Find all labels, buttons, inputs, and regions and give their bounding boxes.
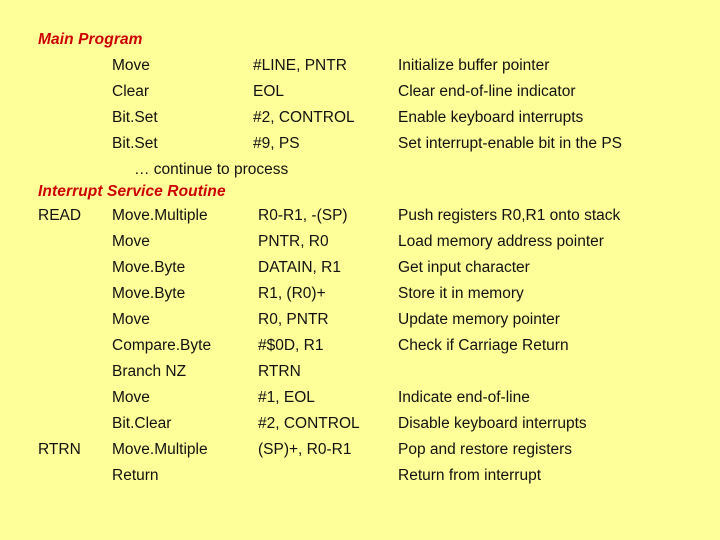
- code-mnemonic: Compare.Byte: [112, 337, 212, 354]
- code-comment: Pop and restore registers: [398, 441, 573, 458]
- code-mnemonic: Branch NZ: [112, 363, 187, 380]
- code-comment: Return from interrupt: [398, 467, 541, 484]
- code-mnemonic: Clear: [112, 83, 150, 100]
- interrupt-service-routine-heading: Interrupt Service Routine: [38, 183, 226, 200]
- code-mnemonic: Move.Multiple: [112, 207, 208, 224]
- code-mnemonic: Move.Multiple: [112, 441, 208, 458]
- code-mnemonic: Move.Byte: [112, 259, 186, 276]
- code-mnemonic: Move: [112, 233, 150, 250]
- code-row: READ Move.Multiple R0-R1, -(SP) Push regist…: [0, 207, 720, 233]
- code-operand: DATAIN, R1: [258, 259, 341, 276]
- code-comment: Indicate end-of-line: [398, 389, 530, 406]
- code-mnemonic: Move: [112, 57, 150, 74]
- code-operand: #1, EOL: [258, 389, 315, 406]
- code-operand: #LINE, PNTR: [253, 57, 347, 74]
- code-row: Clear EOL Clear end-of-line indicator: [0, 83, 720, 109]
- code-operand: RTRN: [258, 363, 301, 380]
- code-row: Return Return from interrupt: [0, 467, 720, 493]
- code-operand: #2, CONTROL: [253, 109, 355, 126]
- code-row: Move #LINE, PNTR Initialize buffer pointer: [0, 57, 720, 83]
- code-row: Move #1, EOL Indicate end-of-line: [0, 389, 720, 415]
- code-comment: Load memory address pointer: [398, 233, 604, 250]
- code-operand: R0-R1, -(SP): [258, 207, 348, 224]
- code-comment: Set interrupt-enable bit in the PS: [398, 135, 623, 152]
- code-row: Move PNTR, R0 Load memory address pointer: [0, 233, 720, 259]
- code-row: Bit.Clear #2, CONTROL Disable keyboard int…: [0, 415, 720, 441]
- code-row: Bit.Set #2, CONTROL Enable keyboard interr…: [0, 109, 720, 135]
- code-mnemonic: Move: [112, 389, 150, 406]
- code-comment: Enable keyboard interrupts: [398, 109, 584, 126]
- code-mnemonic: Move.Byte: [112, 285, 186, 302]
- code-mnemonic: Bit.Set: [112, 109, 158, 126]
- code-mnemonic: Bit.Set: [112, 135, 158, 152]
- code-label: READ: [38, 207, 82, 224]
- code-row: Move.Byte DATAIN, R1 Get input character: [0, 259, 720, 285]
- code-comment: Initialize buffer pointer: [398, 57, 550, 74]
- code-comment: Get input character: [398, 259, 530, 276]
- code-row: Move R0, PNTR Update memory pointer: [0, 311, 720, 337]
- code-comment: Check if Carriage Return: [398, 337, 569, 354]
- code-operand: R0, PNTR: [258, 311, 329, 328]
- code-operand: (SP)+, R0-R1: [258, 441, 352, 458]
- code-comment: Push registers R0,R1 onto stack: [398, 207, 621, 224]
- code-mnemonic: Move: [112, 311, 150, 328]
- code-mnemonic: Return: [112, 467, 159, 484]
- code-row: Compare.Byte #$0D, R1 Check if Carriage Re…: [0, 337, 720, 363]
- code-row: RTRN Move.Multiple (SP)+, R0-R1 Pop and res…: [0, 441, 720, 467]
- code-comment: Store it in memory: [398, 285, 524, 302]
- slide-canvas: Main Program Move #LINE, PNTR Initialize b…: [0, 0, 720, 540]
- continue-to-process-note: … continue to process: [134, 161, 289, 178]
- code-operand: PNTR, R0: [258, 233, 329, 250]
- code-operand: #$0D, R1: [258, 337, 324, 354]
- code-label: RTRN: [38, 441, 81, 458]
- code-operand: #2, CONTROL: [258, 415, 360, 432]
- code-comment: Clear end-of-line indicator: [398, 83, 576, 100]
- code-row: Move.Byte R1, (R0)+ Store it in memory: [0, 285, 720, 311]
- code-operand: R1, (R0)+: [258, 285, 326, 302]
- code-comment: Disable keyboard interrupts: [398, 415, 587, 432]
- code-comment: Update memory pointer: [398, 311, 560, 328]
- code-operand: #9, PS: [253, 135, 300, 152]
- code-operand: EOL: [253, 83, 285, 100]
- code-row: Bit.Set #9, PS Set interrupt-enable bit in…: [0, 135, 720, 161]
- code-mnemonic: Bit.Clear: [112, 415, 172, 432]
- main-program-heading: Main Program: [38, 31, 143, 48]
- code-row: Branch NZ RTRN: [0, 363, 720, 389]
